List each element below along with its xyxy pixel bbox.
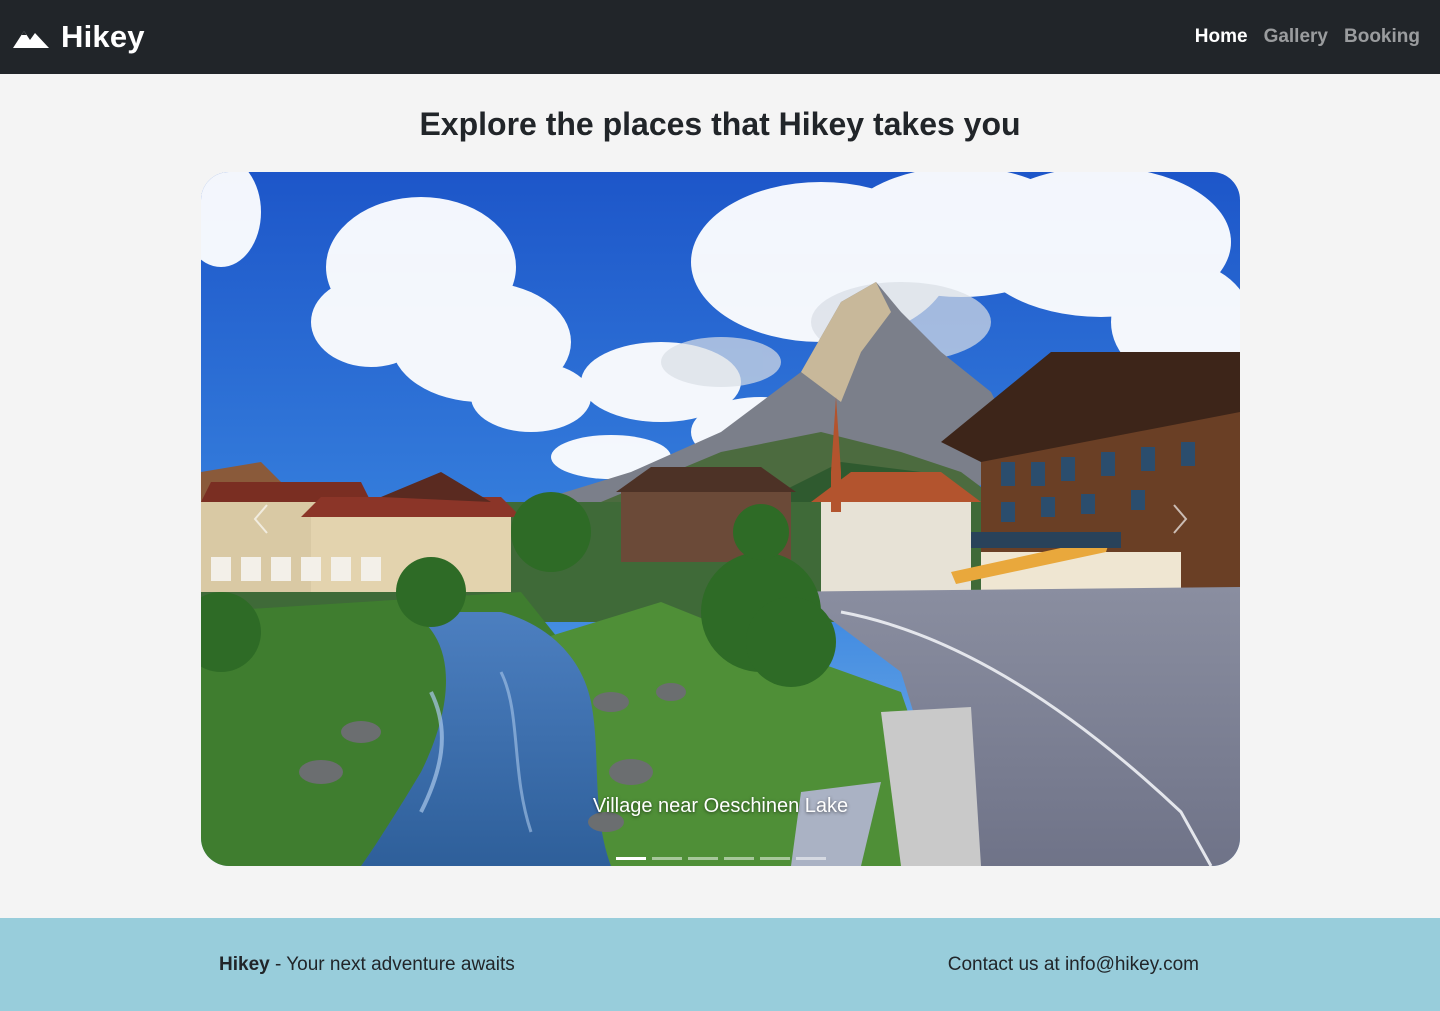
nav-gallery-link[interactable]: Gallery [1264,26,1328,48]
carousel-indicator-5[interactable] [759,857,790,860]
footer-tagline: Hikey - Your next adventure awaits [219,954,515,976]
carousel-indicator-6[interactable] [795,857,826,860]
nav-booking-link[interactable]: Booking [1344,26,1420,48]
carousel-indicators [201,857,1240,860]
chevron-right-icon [1173,504,1188,534]
carousel-caption: Village near Oeschinen Lake [592,795,849,817]
carousel-slide-image [201,172,1240,866]
footer-contact: Contact us at info@hikey.com [947,953,1199,975]
carousel-next-button[interactable] [1120,172,1240,866]
carousel-indicator-4[interactable] [723,857,754,860]
chevron-left-icon [253,504,268,534]
footer-tagline-text: - Your next adventure awaits [269,953,515,975]
carousel-indicator-1[interactable] [615,857,646,860]
nav-home-link[interactable]: Home [1195,26,1248,48]
carousel-indicator-3[interactable] [687,857,718,860]
carousel-prev-button[interactable] [201,172,321,866]
brand-link[interactable]: Hikey [13,19,145,55]
footer-brand: Hikey [219,953,270,975]
carousel-indicator-2[interactable] [651,857,682,860]
image-carousel: Village near Oeschinen Lake [201,172,1240,866]
nav-links: Home Gallery Booking [1195,26,1420,48]
page-title: Explore the places that Hikey takes you [419,106,1021,142]
footer: Hikey - Your next adventure awaits Conta… [0,918,1440,1011]
navbar: Hikey Home Gallery Booking [0,0,1440,74]
mountain-icon [13,26,49,48]
brand-name: Hikey [61,19,145,54]
